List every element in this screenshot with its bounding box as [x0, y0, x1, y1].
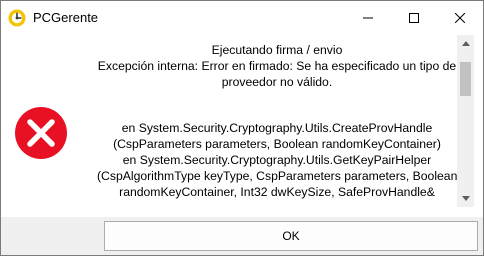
message-text-area[interactable]: Ejecutando firma / envio Excepción inter…	[97, 35, 457, 207]
message-line: (CspParameters parameters, Boolean rando…	[113, 137, 441, 152]
minimize-button[interactable]	[345, 1, 391, 35]
maximize-button[interactable]	[391, 1, 437, 35]
title-bar[interactable]: PCGerente	[1, 1, 483, 35]
message-text: Ejecutando firma / envio Excepción inter…	[97, 43, 457, 200]
message-line: Excepción interna: Error en firmado: Se …	[97, 58, 457, 73]
error-icon	[15, 107, 67, 159]
maximize-icon	[409, 13, 419, 23]
message-line: randomKeyContainer, Int32 dwKeySize, Saf…	[119, 184, 435, 199]
message-line: Ejecutando firma / envio	[211, 43, 343, 57]
dialog-footer: OK	[1, 217, 483, 255]
dialog-window: PCGerente Ejecutando firma / envio Excep…	[0, 0, 484, 256]
vertical-scrollbar[interactable]	[457, 35, 474, 207]
window-title: PCGerente	[33, 10, 99, 25]
chevron-down-icon	[461, 196, 470, 201]
ok-button[interactable]: OK	[104, 221, 478, 251]
message-line: (CspAlgorithmType keyType, CspParameters…	[97, 168, 457, 183]
chevron-up-icon	[461, 41, 470, 46]
scroll-up-button[interactable]	[457, 35, 474, 52]
minimize-icon	[363, 17, 373, 19]
dialog-body: Ejecutando firma / envio Excepción inter…	[1, 35, 483, 217]
app-icon	[8, 9, 26, 27]
message-line: en System.Security.Cryptography.Utils.Cr…	[121, 121, 433, 136]
close-icon	[455, 13, 465, 23]
close-button[interactable]	[437, 1, 483, 35]
scrollbar-thumb[interactable]	[460, 62, 471, 96]
message-line: en System.Security.Cryptography.Utils.Ge…	[122, 152, 432, 167]
message-line: proveedor no válido.	[221, 74, 333, 89]
scroll-down-button[interactable]	[457, 190, 474, 207]
